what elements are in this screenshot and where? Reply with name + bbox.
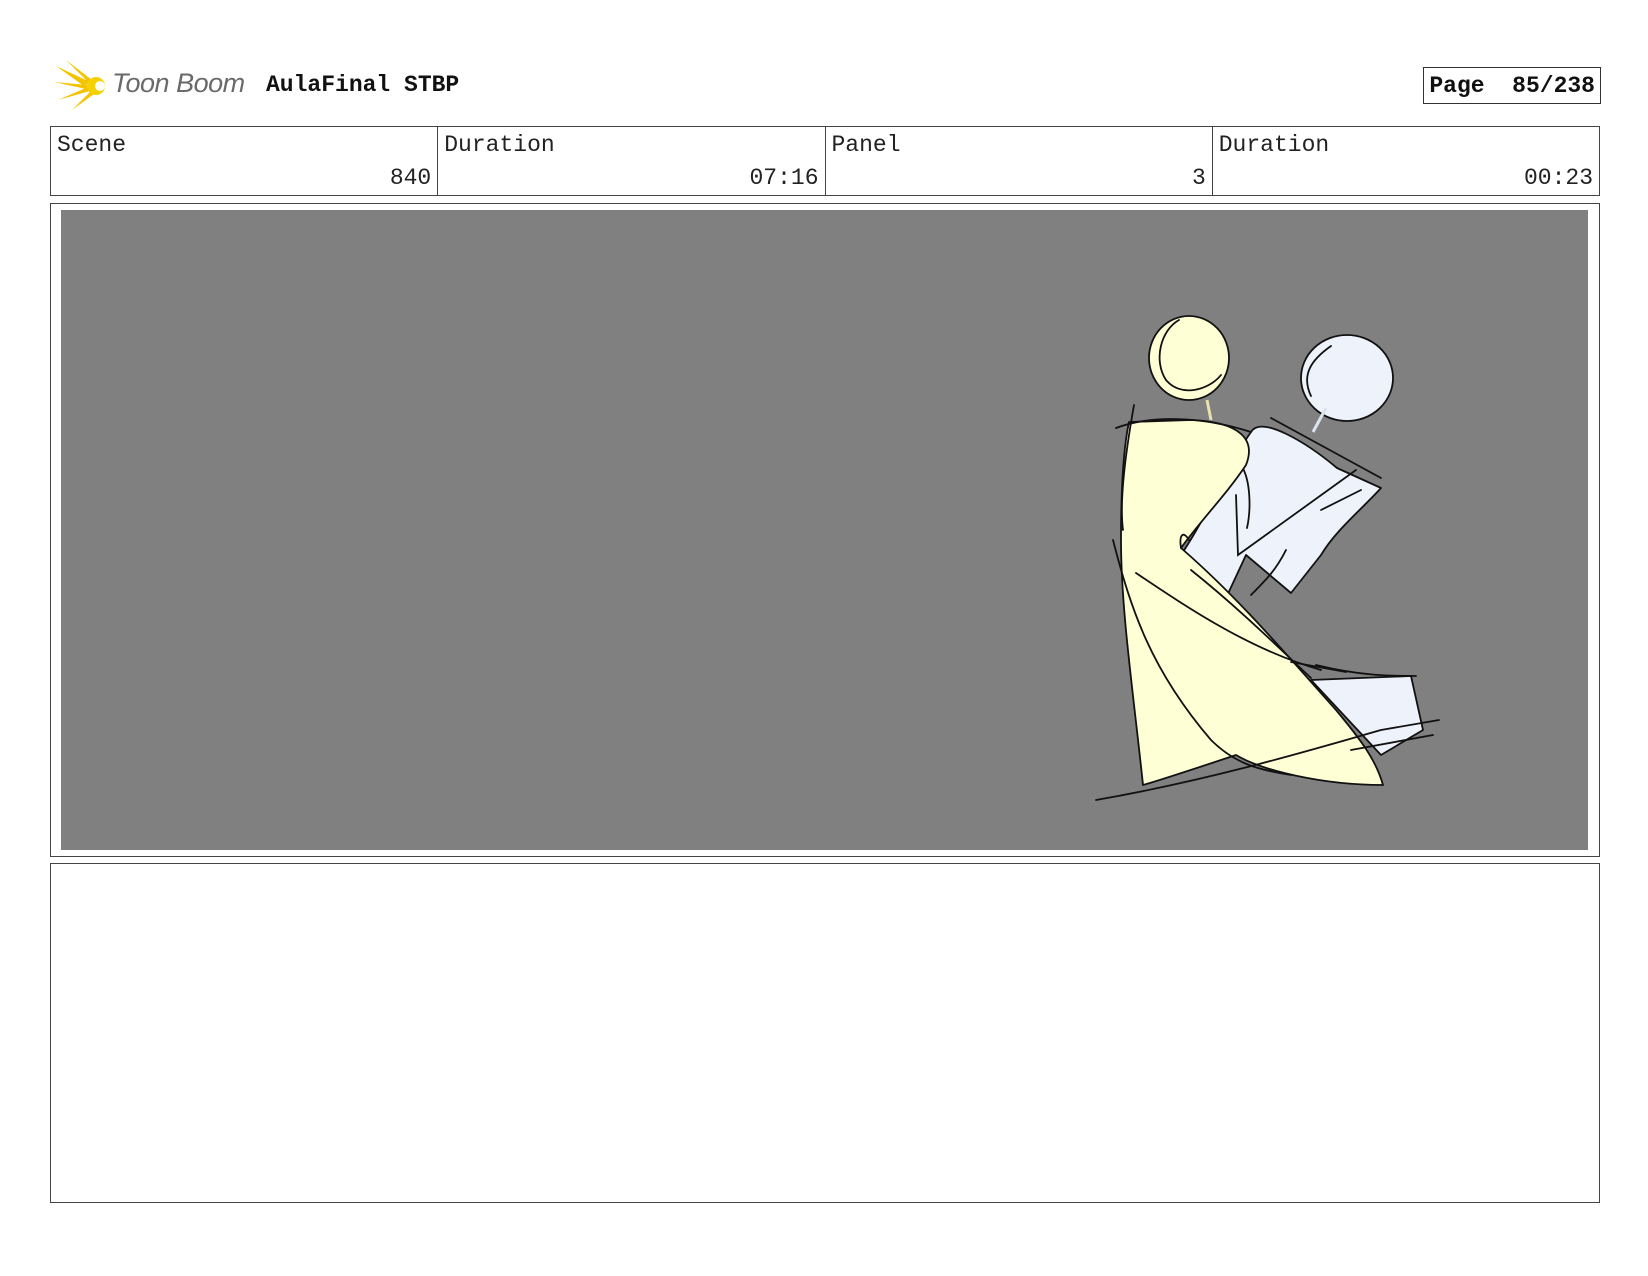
logo-text: Toon Boom	[112, 68, 245, 98]
panel-duration-label: Duration	[1218, 132, 1330, 158]
scene-duration-cell: Duration 07:16	[438, 127, 826, 195]
panel-label: Panel	[831, 132, 901, 158]
scene-duration-label: Duration	[444, 132, 555, 158]
scene-label: Scene	[57, 132, 127, 158]
page-header: Toon Boom AulaFinal STBP Page 85/238	[50, 58, 1601, 110]
scene-cell: Scene 840	[51, 127, 439, 195]
panel-duration-cell: Duration 00:23	[1213, 127, 1599, 195]
star-burst-icon	[54, 60, 105, 110]
toon-boom-logo: Toon Boom	[54, 60, 254, 110]
panel-duration-value: 00:23	[1523, 165, 1593, 191]
project-title: AulaFinal STBP	[266, 72, 460, 98]
scene-info-table: Scene 840 Duration 07:16 Panel 3 Duratio…	[50, 126, 1600, 196]
scene-duration-value: 07:16	[749, 165, 819, 191]
panel-cell: Panel 3	[826, 127, 1213, 195]
panel-frame	[50, 203, 1600, 857]
panel-value: 3	[1191, 165, 1206, 191]
scene-value: 840	[389, 165, 432, 191]
sketch-figures	[1095, 315, 1440, 801]
page-indicator: Page 85/238	[1423, 67, 1601, 104]
page-label: Page	[1429, 73, 1485, 99]
panel-notes-box	[50, 863, 1600, 1203]
page-number: 85/238	[1512, 73, 1595, 99]
storyboard-panel-image	[61, 210, 1588, 850]
